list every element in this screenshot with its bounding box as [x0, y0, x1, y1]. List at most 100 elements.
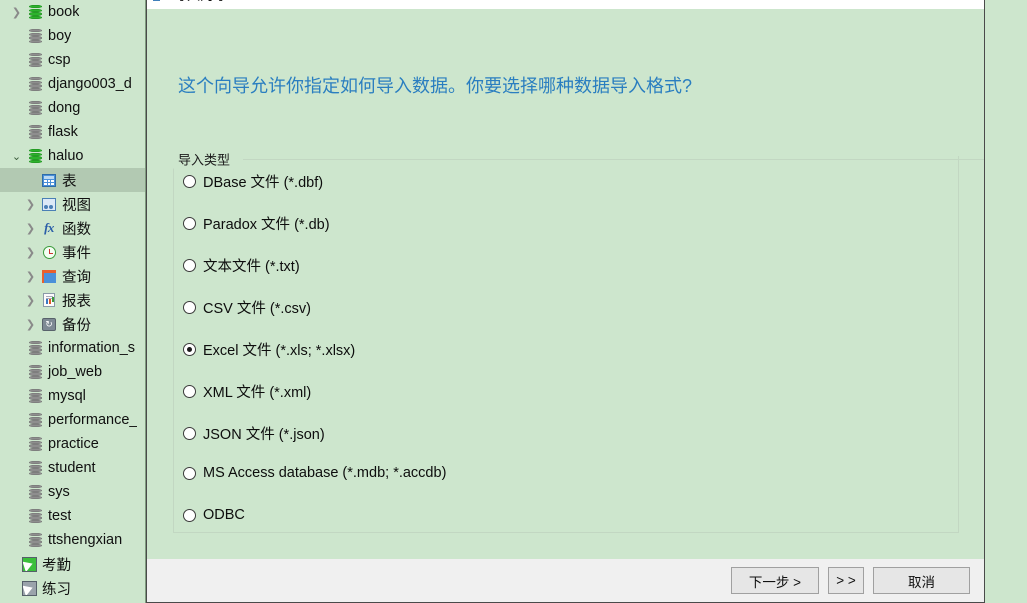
sidebar-item-label: 考勤 — [42, 557, 71, 574]
import-type-option-label: MS Access database (*.mdb; *.accdb) — [203, 465, 447, 481]
sidebar-item-label: 报表 — [62, 293, 91, 310]
import-type-option-4[interactable]: Excel 文件 (*.xls; *.xlsx) — [183, 339, 355, 360]
sidebar-item-label: haluo — [48, 148, 84, 164]
import-type-option-label: 文本文件 (*.txt) — [203, 259, 300, 275]
sidebar-item-label: django003_d — [48, 76, 132, 92]
sidebar-item-label: 视图 — [62, 197, 91, 214]
import-type-option-0[interactable]: DBase 文件 (*.dbf) — [183, 171, 323, 192]
sidebar-item-label: job_web — [48, 364, 103, 380]
sidebar-item-查询[interactable]: ❯ 查询 — [0, 264, 145, 288]
sidebar-item-报表[interactable]: ❯ 报表 — [0, 288, 145, 312]
import-wizard-dialog: 导入向导 ✕ 这个向导允许你指定如何导入数据。你要选择哪种数据导入格式? 导入类… — [146, 0, 985, 603]
chevron-right-icon[interactable]: ❯ — [22, 247, 39, 258]
maximize-button[interactable] — [846, 0, 892, 9]
sidebar-item-备份[interactable]: ❯ ↻ 备份 — [0, 312, 145, 336]
chevron-right-icon[interactable]: ❯ — [22, 271, 39, 282]
radio-button[interactable] — [183, 301, 196, 314]
sidebar-item-mysql[interactable]: mysql — [0, 384, 145, 408]
database-gray-icon — [25, 461, 45, 476]
database-gray-icon — [25, 485, 45, 500]
database-green-icon — [25, 5, 45, 20]
sidebar-item-flask[interactable]: flask — [0, 120, 145, 144]
sidebar-item-表[interactable]: 表 — [0, 168, 145, 192]
query-icon — [39, 269, 59, 283]
sidebar-item-视图[interactable]: ❯ 视图 — [0, 192, 145, 216]
radio-button[interactable] — [183, 385, 196, 398]
minimize-button[interactable] — [800, 0, 846, 9]
chevron-right-icon[interactable]: ❯ — [22, 319, 39, 330]
sidebar-item-test[interactable]: test — [0, 504, 145, 528]
radio-button[interactable] — [183, 175, 196, 188]
wizard-instruction-text: 这个向导允许你指定如何导入数据。你要选择哪种数据导入格式? — [178, 76, 693, 96]
database-gray-icon — [25, 77, 45, 92]
sidebar-item-performance_[interactable]: performance_ — [0, 408, 145, 432]
sidebar-item-student[interactable]: student — [0, 456, 145, 480]
sidebar-item-label: student — [48, 460, 96, 476]
sidebar-item-函数[interactable]: ❯ fx 函数 — [0, 216, 145, 240]
import-type-option-7[interactable]: MS Access database (*.mdb; *.accdb) — [183, 465, 446, 481]
database-gray-icon — [25, 437, 45, 452]
sidebar-item-csp[interactable]: csp — [0, 48, 145, 72]
groupbox-border-right — [243, 159, 984, 160]
import-type-option-8[interactable]: ODBC — [183, 507, 245, 523]
sidebar-item-haluo[interactable]: ⌄ haluo — [0, 144, 145, 168]
sidebar-item-book[interactable]: ❯ book — [0, 0, 145, 24]
sidebar-item-label: 函数 — [62, 221, 91, 238]
chevron-right-icon[interactable]: ❯ — [22, 223, 39, 234]
sidebar-item-练习[interactable]: 练习 — [0, 576, 145, 600]
import-type-option-label: Paradox 文件 (*.db) — [203, 217, 330, 233]
database-gray-icon — [25, 413, 45, 428]
chevron-right-icon[interactable]: ❯ — [8, 7, 25, 18]
sidebar-item-boy[interactable]: boy — [0, 24, 145, 48]
database-tree-sidebar[interactable]: ❯ book boy csp django003_d dong flask ⌄ hal… — [0, 0, 146, 603]
radio-button[interactable] — [183, 259, 196, 272]
sidebar-item-information_s[interactable]: information_s — [0, 336, 145, 360]
connection-green-icon — [19, 556, 39, 572]
database-gray-icon — [25, 389, 45, 404]
sidebar-item-django003_d[interactable]: django003_d — [0, 72, 145, 96]
dialog-title-bar[interactable]: 导入向导 ✕ — [147, 0, 984, 9]
sidebar-item-label: ttshengxian — [48, 532, 123, 548]
radio-button[interactable] — [183, 217, 196, 230]
chevron-down-icon[interactable]: ⌄ — [8, 151, 25, 162]
skip-to-end-button[interactable]: > > — [828, 567, 864, 594]
import-type-option-2[interactable]: 文本文件 (*.txt) — [183, 255, 300, 276]
close-button[interactable]: ✕ — [892, 0, 984, 9]
sidebar-item-dong[interactable]: dong — [0, 96, 145, 120]
import-type-option-6[interactable]: JSON 文件 (*.json) — [183, 423, 325, 444]
chevron-right-icon[interactable]: ❯ — [22, 199, 39, 210]
import-type-option-5[interactable]: XML 文件 (*.xml) — [183, 381, 311, 402]
sidebar-item-sys[interactable]: sys — [0, 480, 145, 504]
import-type-option-1[interactable]: Paradox 文件 (*.db) — [183, 213, 330, 234]
sidebar-item-practice[interactable]: practice — [0, 432, 145, 456]
import-type-option-3[interactable]: CSV 文件 (*.csv) — [183, 297, 311, 318]
import-type-label: 导入类型 — [173, 149, 236, 169]
sidebar-item-考勤[interactable]: 考勤 — [0, 552, 145, 576]
backup-icon: ↻ — [39, 317, 59, 331]
import-type-option-label: ODBC — [203, 507, 245, 523]
sidebar-item-ttshengxian[interactable]: ttshengxian — [0, 528, 145, 552]
database-green-icon — [25, 149, 45, 164]
import-type-option-label: XML 文件 (*.xml) — [203, 385, 312, 401]
radio-button[interactable] — [183, 466, 196, 480]
cancel-button[interactable]: 取消 — [873, 567, 970, 594]
radio-button[interactable] — [183, 427, 196, 440]
next-button[interactable]: 下一步 > — [731, 567, 819, 594]
radio-button-selected[interactable] — [183, 343, 196, 356]
sidebar-item-job_web[interactable]: job_web — [0, 360, 145, 384]
radio-button[interactable] — [183, 508, 196, 522]
chevron-right-icon[interactable]: ❯ — [22, 295, 39, 306]
sidebar-item-事件[interactable]: ❯ 事件 — [0, 240, 145, 264]
